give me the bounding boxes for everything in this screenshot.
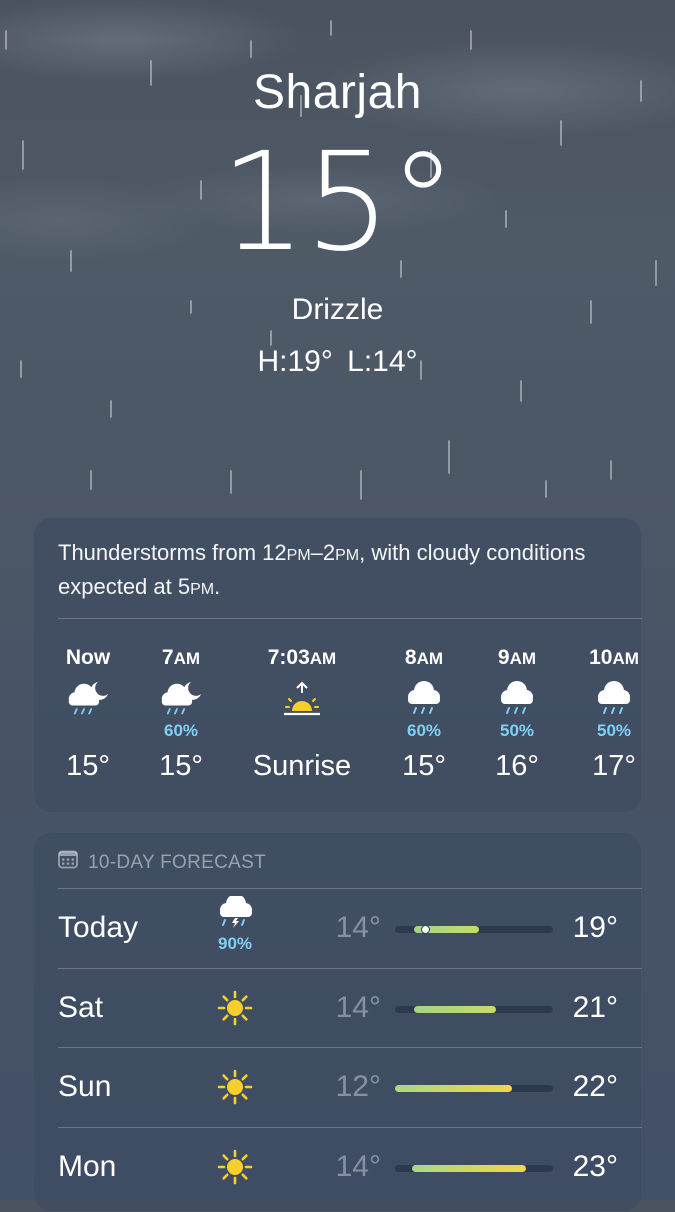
rain-streak xyxy=(470,30,472,50)
hourly-time: 9AM xyxy=(497,646,537,669)
high-low-temperature: H:19° L:14° xyxy=(257,345,418,378)
rain-streak xyxy=(330,20,332,36)
hourly-time: 7:03AM xyxy=(267,646,337,669)
high-temperature: 19° xyxy=(572,911,618,944)
temperature-range-bar xyxy=(395,1164,553,1172)
temperature-range-fill xyxy=(413,1005,497,1013)
cloud-bolt-rain-icon xyxy=(205,894,265,935)
hourly-forecast-card[interactable]: Thunderstorms from 12PM–2PM, with cloudy… xyxy=(33,517,642,813)
current-weather-header: Sharjah 15° Drizzle H:19° L:14° xyxy=(0,60,675,382)
day-condition: 90% xyxy=(205,894,265,953)
forecast-summary: Thunderstorms from 12PM–2PM, with cloudy… xyxy=(58,540,586,599)
precip-chance: 60% xyxy=(163,721,199,740)
forecast-day-row[interactable]: Sat 14° 21° xyxy=(33,968,642,1047)
hourly-value: Sunrise xyxy=(252,750,352,782)
precip-chance xyxy=(237,720,367,742)
forecast-day-row[interactable]: Sun 12° 22° xyxy=(33,1047,642,1126)
rain-streak xyxy=(520,380,522,402)
rain-streak xyxy=(110,400,112,418)
forecast-day-row[interactable]: Mon 14° 23° xyxy=(33,1127,642,1206)
high-temperature: 22° xyxy=(572,1070,618,1103)
low-temperature: 12° xyxy=(335,1070,381,1103)
rain-streak xyxy=(230,470,232,494)
precip-chance: 50% xyxy=(596,721,632,740)
rain-streak xyxy=(545,480,547,498)
precip-chance: 50% xyxy=(499,721,535,740)
temperature-range-bar xyxy=(395,925,553,934)
hourly-time: 10AM xyxy=(589,646,639,669)
cloud-moon-rain-icon xyxy=(126,680,236,720)
day-condition xyxy=(205,1067,265,1112)
precip-chance: 90% xyxy=(217,934,253,953)
sun-icon xyxy=(205,1067,265,1112)
hourly-item: 10AM 50% 17° xyxy=(559,640,669,786)
ten-day-title: 10-DAY FORECAST xyxy=(88,851,267,873)
day-condition xyxy=(205,1147,265,1192)
forecast-day-row[interactable]: Today 90% 14° 19° xyxy=(33,888,642,967)
sun-icon xyxy=(205,988,265,1033)
low-temperature: 14° xyxy=(335,1149,381,1183)
rain-streak xyxy=(610,460,612,480)
hourly-scroll-strip[interactable]: Now 15° 7AM 60% 15° 7:03AM Sunrise 8AM 6… xyxy=(33,640,642,810)
cloud-rain-icon xyxy=(559,680,669,720)
ten-day-forecast-card[interactable]: 10-DAY FORECAST Today 90% 14° 19° Sat 14… xyxy=(33,832,642,1212)
hourly-item: 9AM 50% 16° xyxy=(462,640,572,786)
city-name: Sharjah xyxy=(253,66,422,119)
rain-streak xyxy=(90,470,92,490)
day-label: Sun xyxy=(58,1070,112,1103)
sunrise-icon xyxy=(237,680,367,720)
temperature-range-bar xyxy=(395,1005,553,1013)
temperature-range-fill xyxy=(395,1085,512,1092)
calendar-icon xyxy=(58,850,78,875)
high-temperature: 23° xyxy=(572,1149,618,1183)
ten-day-header: 10-DAY FORECAST xyxy=(58,850,266,875)
day-label: Sat xyxy=(58,990,104,1024)
hourly-value: 16° xyxy=(495,750,539,782)
hourly-item: 7:03AM Sunrise xyxy=(237,640,367,786)
current-temp-dot xyxy=(421,925,431,934)
hourly-item: 7AM 60% 15° xyxy=(126,640,236,786)
hourly-value: 15° xyxy=(159,750,203,782)
temperature-range-bar xyxy=(395,1085,553,1092)
rain-streak xyxy=(5,30,7,50)
day-condition xyxy=(205,988,265,1033)
temperature-range-fill xyxy=(412,1164,527,1172)
rain-streak xyxy=(250,40,252,58)
day-label: Today xyxy=(58,911,139,944)
hourly-value: 17° xyxy=(592,750,636,782)
cloud-rain-icon xyxy=(462,680,572,720)
rain-streak xyxy=(448,440,450,474)
day-label: Mon xyxy=(58,1149,117,1183)
current-temperature: 15° xyxy=(219,124,457,282)
current-condition: Drizzle xyxy=(291,293,384,326)
sun-icon xyxy=(205,1147,265,1192)
hourly-time: 7AM xyxy=(161,646,201,669)
card-divider xyxy=(58,618,642,619)
low-temperature: 14° xyxy=(335,990,381,1024)
high-temperature: 21° xyxy=(572,990,618,1024)
low-temperature: 14° xyxy=(335,911,381,944)
rain-streak xyxy=(360,470,362,500)
